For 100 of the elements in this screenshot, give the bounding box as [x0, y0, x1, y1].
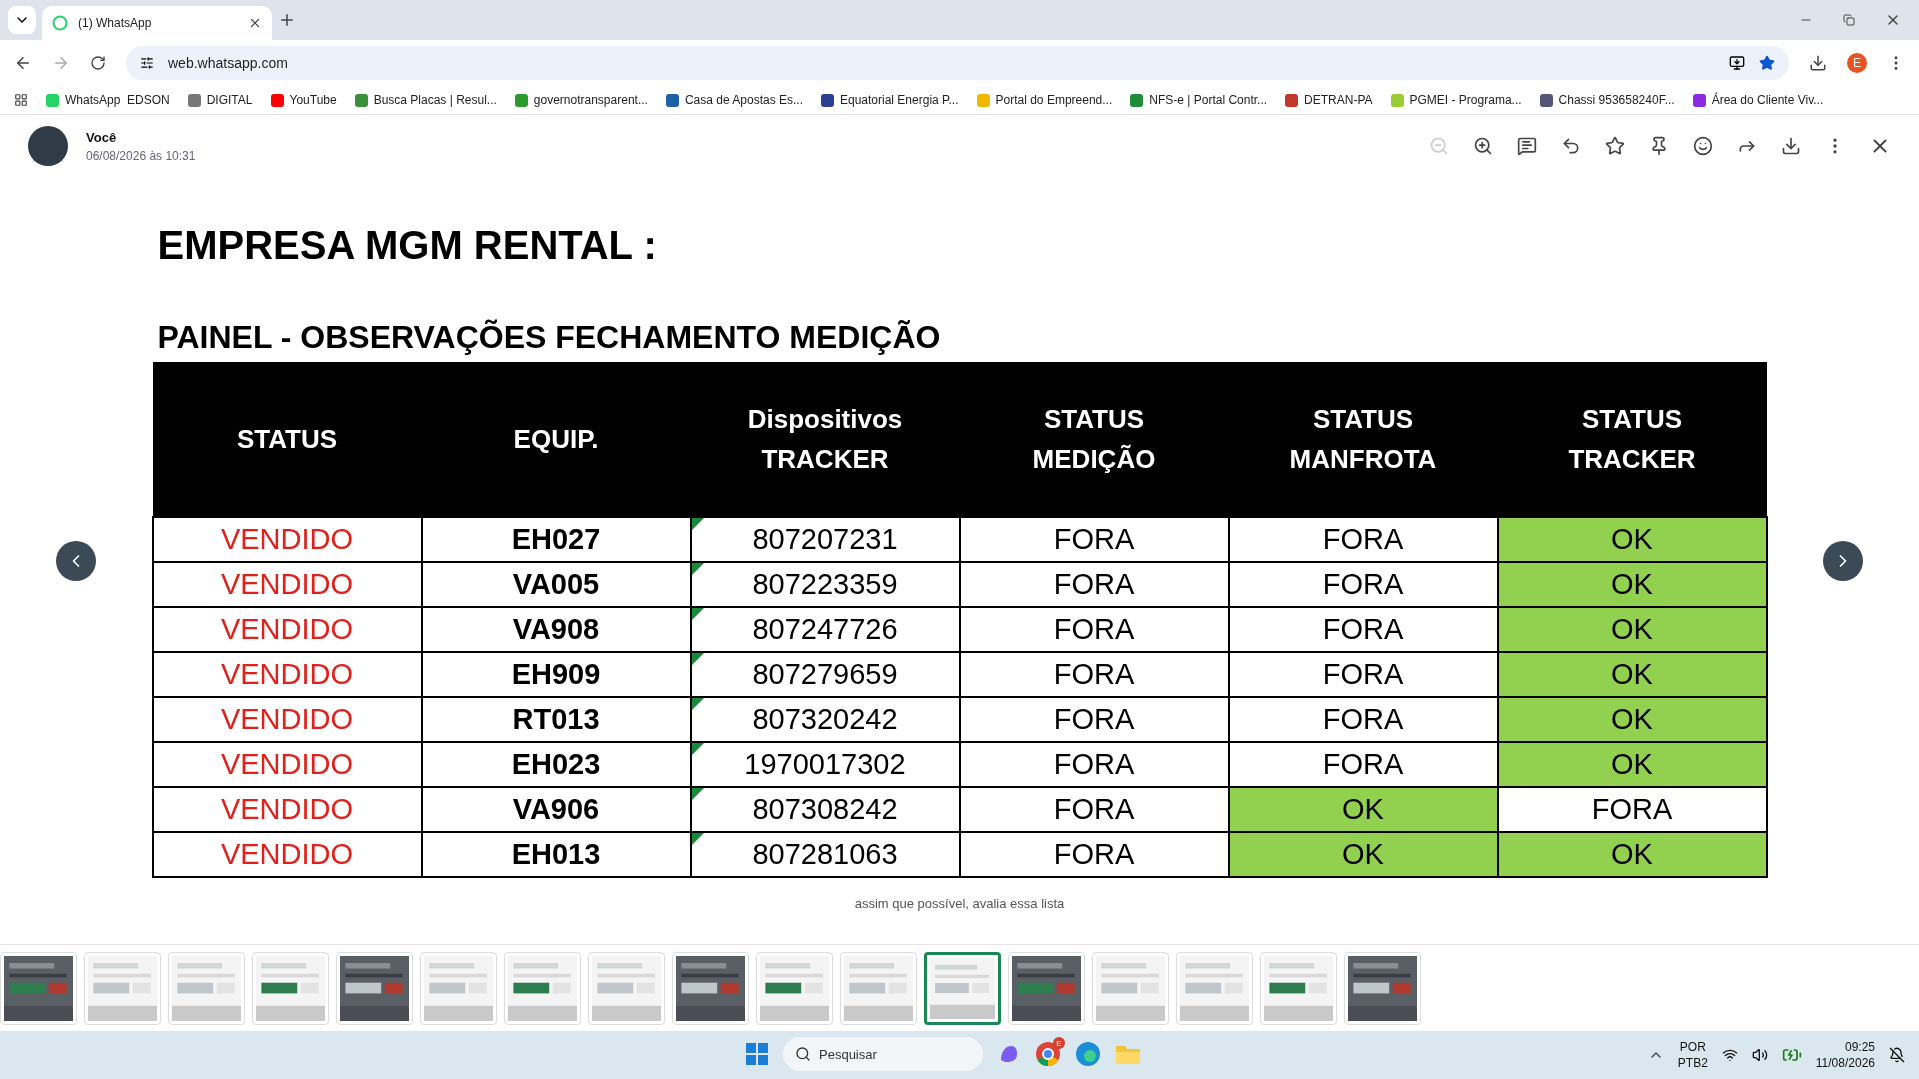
search-field[interactable]: Pesquisar	[783, 1037, 983, 1071]
table-cell: OK	[1497, 606, 1767, 652]
column-header: EQUIP.	[421, 361, 691, 517]
zoom-in-icon[interactable]	[1473, 135, 1493, 157]
language-code: POR	[1679, 1039, 1706, 1055]
pin-icon[interactable]	[1649, 135, 1669, 157]
emoji-icon[interactable]	[1693, 135, 1713, 157]
table-cell: OK	[1497, 696, 1767, 742]
column-header: Dispositivos TRACKER	[690, 361, 960, 517]
address-bar[interactable]: web.whatsapp.com	[126, 46, 1789, 80]
table-cell: 807320242	[690, 696, 960, 742]
table-cell: VENDIDO	[152, 741, 422, 787]
bookmark[interactable]: DIGITAL	[187, 93, 253, 107]
bookmark[interactable]: DETRAN-PA	[1285, 93, 1373, 107]
table-cell: FORA	[959, 561, 1229, 607]
image-caption: assim que possível, avalia essa lista	[854, 895, 1065, 911]
sender-name: Você	[86, 129, 118, 145]
reload-icon[interactable]	[90, 55, 106, 71]
column-header: STATUS MEDIÇÃO	[959, 361, 1229, 517]
notification-badge: E	[1053, 1037, 1065, 1049]
table-cell: VA908	[421, 606, 691, 652]
table-cell: FORA	[959, 831, 1229, 877]
table-cell: 807207231	[690, 516, 960, 562]
new-tab-icon[interactable]	[278, 11, 296, 29]
apps-icon[interactable]	[14, 93, 28, 107]
table-cell: FORA	[959, 606, 1229, 652]
table-cell: FORA	[959, 516, 1229, 562]
windows-icon[interactable]	[745, 1042, 769, 1066]
download-icon[interactable]	[1781, 135, 1801, 157]
table-cell: VA906	[421, 786, 691, 832]
table-cell: 807281063	[690, 831, 960, 877]
search-icon	[795, 1046, 811, 1062]
table-cell: FORA	[959, 696, 1229, 742]
corner-marker-icon	[691, 787, 704, 800]
install-icon[interactable]	[1729, 55, 1745, 71]
table-cell: OK	[1228, 831, 1498, 877]
table-cell: FORA	[1228, 516, 1498, 562]
table-cell: FORA	[1228, 696, 1498, 742]
back-icon[interactable]	[14, 54, 32, 72]
previous-button[interactable]	[56, 540, 96, 581]
site-settings-icon[interactable]	[140, 56, 154, 70]
message-date: 06/08/2026 às 10:31	[86, 148, 196, 163]
table-cell: VENDIDO	[152, 516, 422, 562]
bookmark-label: YouTube	[289, 93, 337, 107]
table-cell: EH909	[421, 651, 691, 697]
table-cell: RT013	[421, 696, 691, 742]
table-cell: FORA	[959, 651, 1229, 697]
avatar	[28, 126, 68, 166]
table-cell: 807247726	[690, 606, 960, 652]
message-icon[interactable]	[1517, 135, 1537, 157]
corner-marker-icon	[691, 697, 704, 710]
table-cell: VENDIDO	[152, 831, 422, 877]
table-cell: 807223359	[690, 561, 960, 607]
corner-marker-icon	[691, 517, 704, 530]
notification-icon[interactable]	[1889, 1047, 1905, 1063]
profile-avatar[interactable]: E	[1847, 53, 1867, 73]
language-indicator[interactable]: POR PTB2	[1677, 1039, 1708, 1071]
corner-marker-icon	[691, 742, 704, 755]
table-cell: VENDIDO	[152, 651, 422, 697]
thumbnail[interactable]	[924, 951, 1001, 1025]
restore-icon[interactable]	[1843, 12, 1855, 28]
bookmark[interactable]: YouTube	[270, 93, 337, 107]
table-cell: OK	[1497, 516, 1767, 562]
close-icon[interactable]	[248, 16, 262, 30]
bookmark[interactable]: WhatsApp EDSON	[46, 93, 170, 107]
table-cell: VENDIDO	[152, 786, 422, 832]
table-cell: OK	[1228, 786, 1498, 832]
table-cell: FORA	[1228, 561, 1498, 607]
table-cell: OK	[1497, 561, 1767, 607]
download-icon[interactable]	[1809, 54, 1827, 72]
table-cell: FORA	[1228, 651, 1498, 697]
table-cell: 1970017302	[690, 741, 960, 787]
corner-marker-icon	[691, 607, 704, 620]
table-cell: FORA	[959, 741, 1229, 787]
clock[interactable]: 09:25 11/08/2026	[1815, 1039, 1875, 1071]
tab-title: (1) WhatsApp	[78, 16, 153, 30]
table-cell: 807279659	[690, 651, 960, 697]
keyboard-layout: PTB2	[1677, 1055, 1708, 1071]
clock-date: 11/08/2026	[1815, 1055, 1875, 1071]
column-header: STATUS MANFROTA	[1228, 361, 1498, 517]
sheet-subtitle: PAINEL - OBSERVAÇÕES FECHAMENTO MEDIÇÃO	[156, 317, 942, 357]
star-icon[interactable]	[1759, 55, 1775, 71]
clock-time: 09:25	[1844, 1039, 1875, 1055]
sheet-title: EMPRESA MGM RENTAL :	[156, 221, 658, 269]
star-icon[interactable]	[1605, 135, 1625, 157]
tab-list-button[interactable]	[8, 6, 36, 34]
corner-marker-icon	[691, 652, 704, 665]
table-cell: FORA	[1228, 741, 1498, 787]
table-cell: EH013	[421, 831, 691, 877]
bookmark-label: DETRAN-PA	[1304, 93, 1373, 107]
volume-icon[interactable]	[1751, 1047, 1768, 1063]
table-cell: FORA	[1228, 606, 1498, 652]
next-button[interactable]	[1823, 540, 1863, 581]
table-cell: OK	[1497, 741, 1767, 787]
reply-icon[interactable]	[1561, 135, 1581, 157]
table-cell: OK	[1497, 651, 1767, 697]
column-header: STATUS	[152, 361, 422, 517]
browser-tab[interactable]: (1) WhatsApp	[42, 6, 272, 40]
wifi-icon[interactable]	[1721, 1047, 1738, 1063]
table-cell: EH023	[421, 741, 691, 787]
